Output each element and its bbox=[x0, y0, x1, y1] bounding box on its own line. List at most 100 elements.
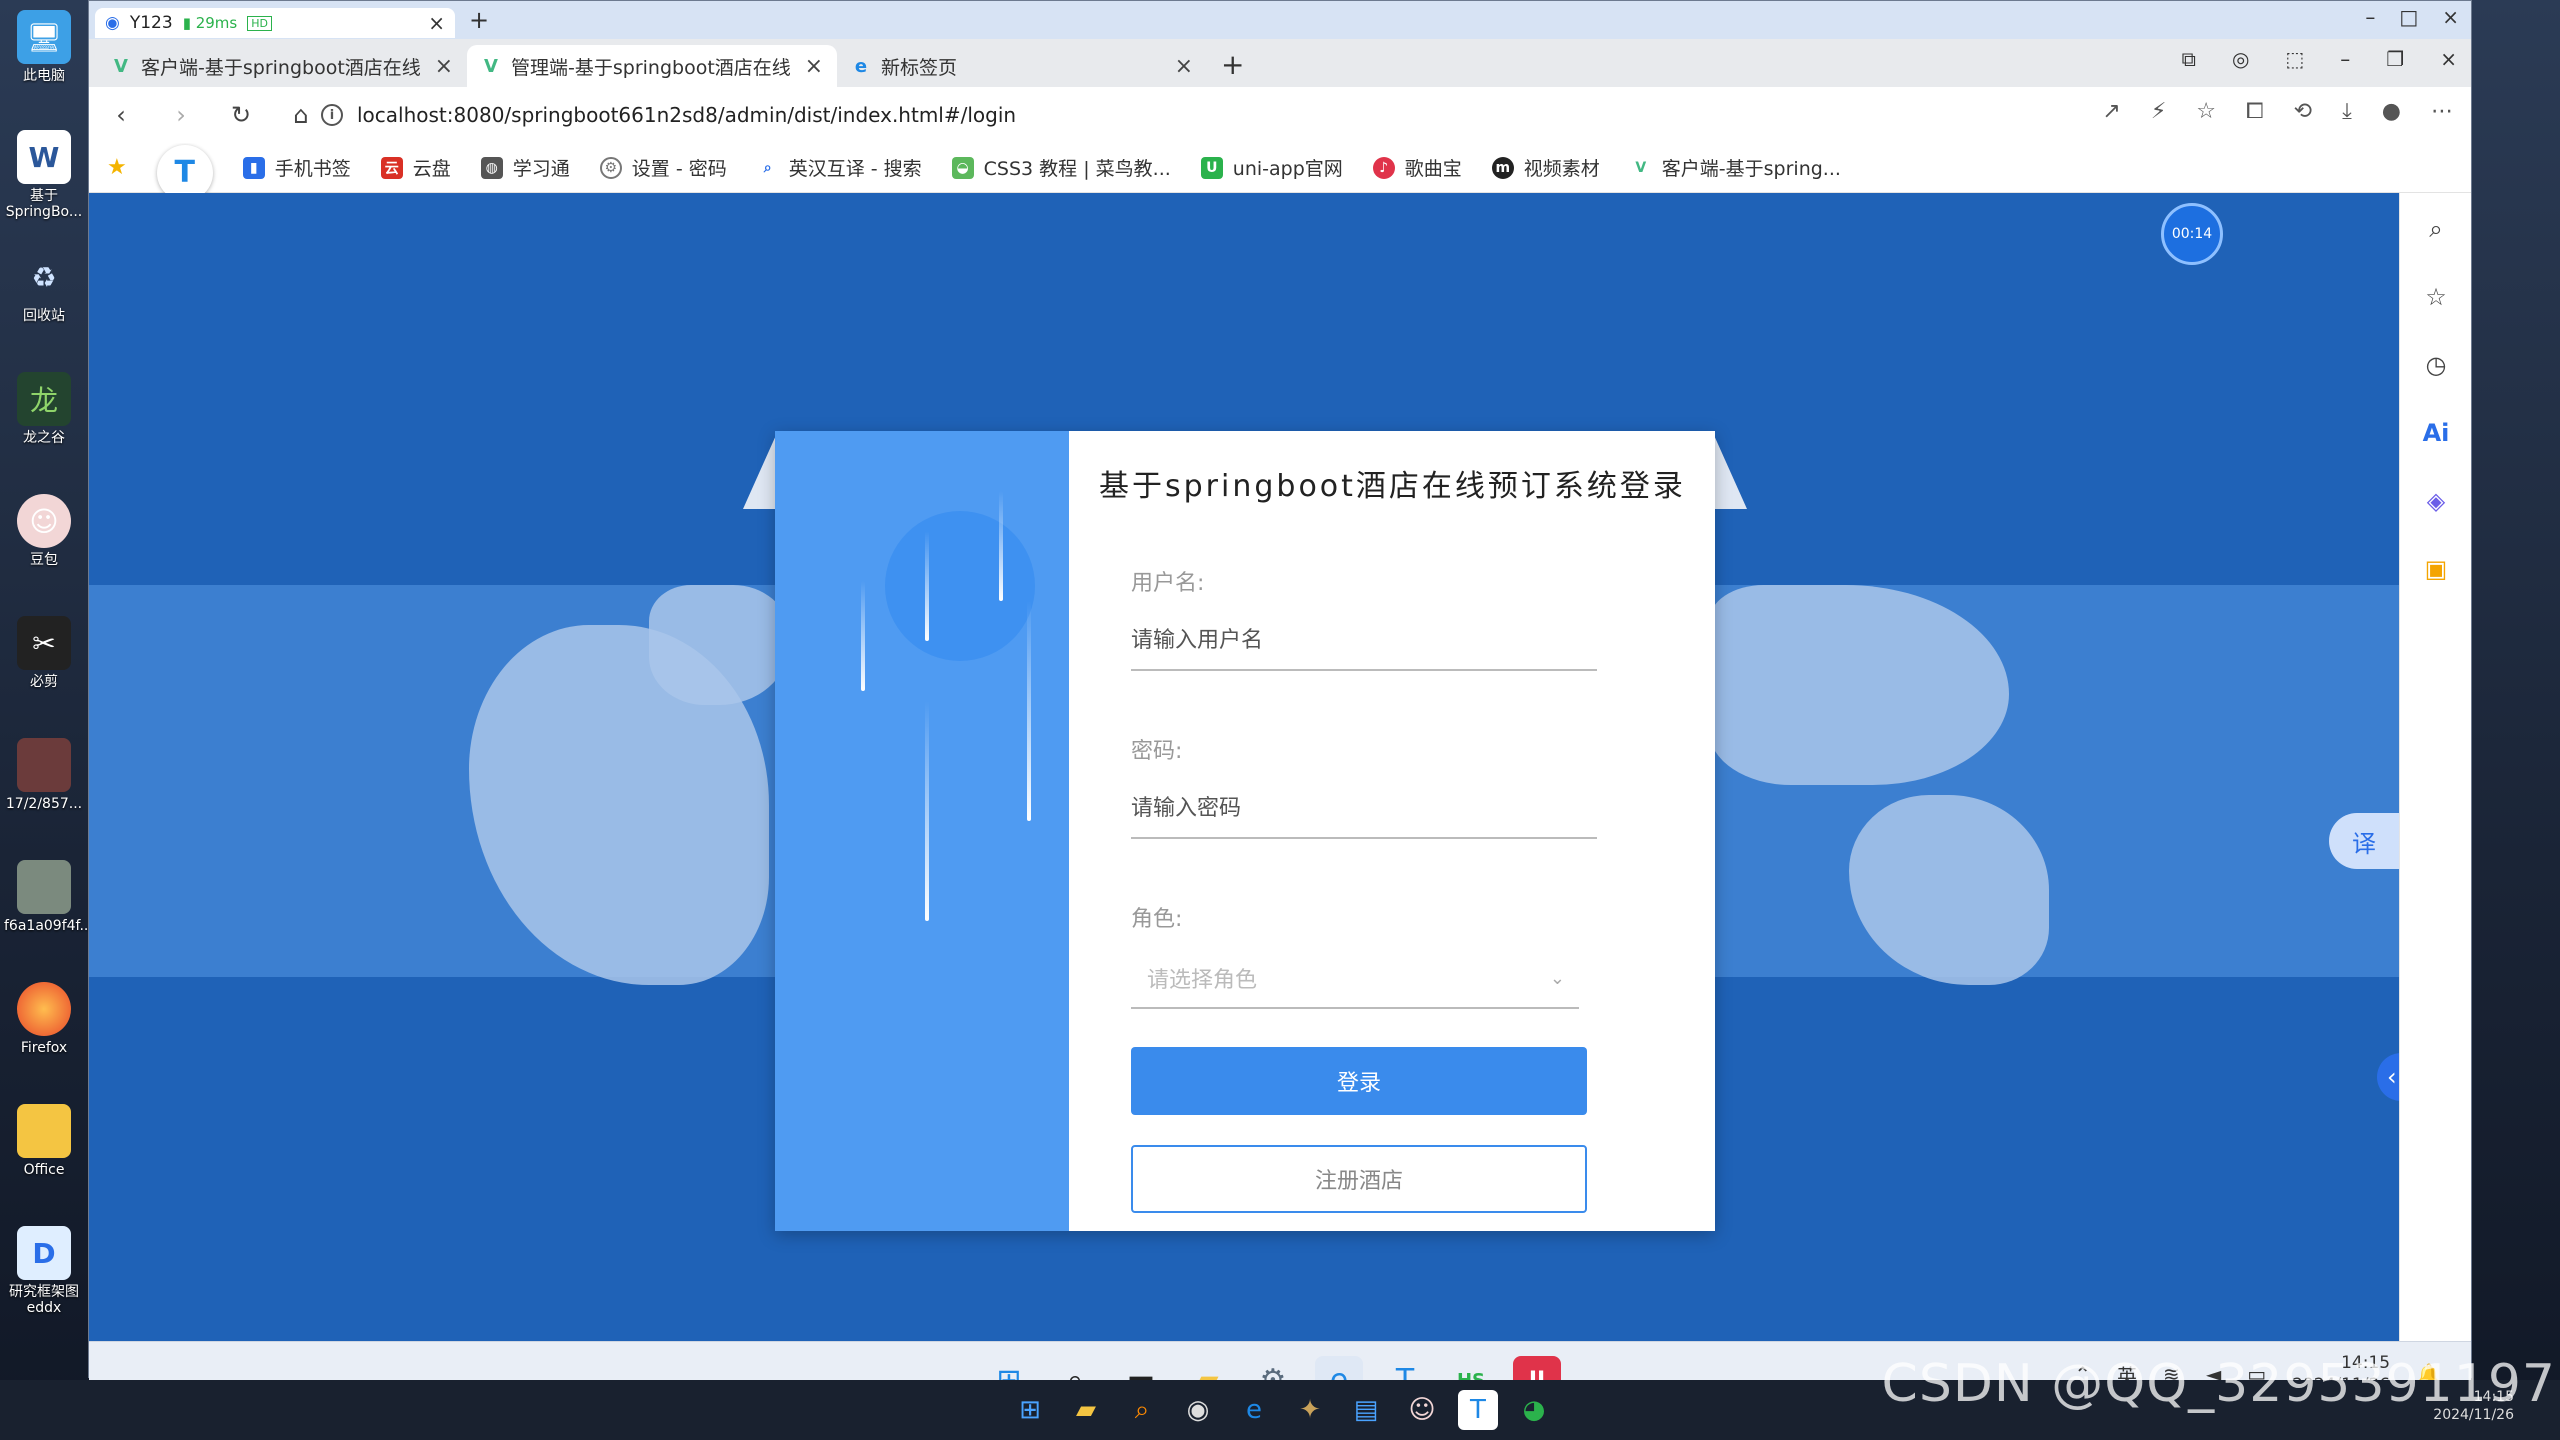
host-app-icon[interactable]: ◉ bbox=[1178, 1390, 1218, 1430]
download-icon[interactable]: ⤓ bbox=[2342, 99, 2352, 124]
bookmark-translate-search[interactable]: ⌕ 英汉互译 - 搜索 bbox=[756, 154, 922, 181]
close-icon[interactable]: × bbox=[2442, 5, 2459, 29]
recording-timer[interactable]: 00:14 bbox=[2161, 203, 2223, 265]
remote-session-tab[interactable]: ◉ Y123 ▮ 29ms HD × bbox=[95, 8, 455, 38]
decor-circle bbox=[885, 511, 1035, 661]
role-select[interactable]: 请选择角色 ⌄ bbox=[1131, 949, 1579, 1009]
decor-rain-line bbox=[925, 701, 929, 921]
close-icon[interactable]: × bbox=[2440, 47, 2457, 71]
forward-icon[interactable]: › bbox=[167, 101, 195, 129]
maximize-icon[interactable]: □ bbox=[2399, 5, 2418, 29]
gamepad-icon[interactable]: ◈ bbox=[2418, 483, 2454, 519]
bookmark-xuexitong[interactable]: ◍ 学习通 bbox=[480, 154, 570, 181]
europe-shape bbox=[649, 585, 789, 705]
host-start-icon[interactable]: ⊞ bbox=[1010, 1390, 1050, 1430]
host-edge-icon[interactable]: e bbox=[1234, 1390, 1274, 1430]
minimize-icon[interactable]: – bbox=[2365, 5, 2375, 29]
bookmark-settings-password[interactable]: ⚙ 设置 - 密码 bbox=[599, 154, 727, 181]
host-app-t-icon[interactable]: T bbox=[1458, 1390, 1498, 1430]
address-bar[interactable]: i localhost:8080/springboot661n2sd8/admi… bbox=[321, 94, 2221, 136]
photo-icon bbox=[17, 738, 71, 792]
new-tab-icon[interactable]: + bbox=[1221, 48, 1244, 81]
bookmark-folder-icon: ▮ bbox=[242, 156, 265, 179]
site-info-icon[interactable]: i bbox=[321, 104, 343, 126]
desktop-icon-edraw[interactable]: D 研究框架图 eddx bbox=[4, 1226, 84, 1316]
desktop-icon-photo-1[interactable]: 17/2/857... bbox=[4, 738, 84, 812]
host-explorer-icon[interactable]: ▰ bbox=[1066, 1390, 1106, 1430]
url-text[interactable]: localhost:8080/springboot661n2sd8/admin/… bbox=[357, 103, 1016, 127]
host-search-icon[interactable]: ⌕ bbox=[1122, 1390, 1162, 1430]
restore-icon[interactable]: ❐ bbox=[2386, 47, 2404, 71]
tab-new-tab[interactable]: e 新标签页 × bbox=[837, 45, 1207, 87]
bookmark-mobile[interactable]: ▮ 手机书签 bbox=[242, 154, 351, 181]
host-doubao-icon[interactable]: ☺ bbox=[1402, 1390, 1442, 1430]
username-input[interactable] bbox=[1131, 611, 1597, 671]
close-tab-icon[interactable]: × bbox=[805, 54, 823, 79]
host-notepad-icon[interactable]: ▤ bbox=[1346, 1390, 1386, 1430]
desktop-icon-game[interactable]: 龙 龙之谷 bbox=[4, 372, 84, 446]
back-icon[interactable]: ‹ bbox=[107, 101, 135, 129]
share-icon[interactable]: ↗ bbox=[2102, 99, 2120, 124]
close-session-icon[interactable]: × bbox=[428, 11, 445, 35]
login-title: 基于springboot酒店在线预订系统登录 bbox=[1099, 469, 1686, 504]
photo-icon bbox=[17, 860, 71, 914]
browser-window-controls: ⧉ ◎ ⬚ – ❐ × bbox=[2182, 47, 2457, 71]
decor-rain-line bbox=[999, 491, 1003, 601]
search-icon[interactable]: ⌕ bbox=[2418, 211, 2454, 247]
recycle-bin-icon: ♻ bbox=[31, 260, 57, 294]
history-clock-icon[interactable]: ◷ bbox=[2418, 347, 2454, 383]
extensions-icon[interactable]: ⬚ bbox=[2285, 47, 2304, 71]
desktop-icon-doubao[interactable]: ☺ 豆包 bbox=[4, 494, 84, 568]
profile-avatar-icon[interactable]: ● bbox=[2382, 99, 2401, 124]
incognito-icon[interactable]: ◎ bbox=[2232, 47, 2249, 71]
tab-title: 客户端-基于springboot酒店在线 bbox=[141, 56, 421, 79]
sidebar-expand-button[interactable]: ‹ bbox=[2377, 1053, 2399, 1101]
desktop-icon-office-folder[interactable]: Office bbox=[4, 1104, 84, 1178]
refresh-icon[interactable]: ↻ bbox=[227, 101, 255, 129]
tab-title: 管理端-基于springboot酒店在线 bbox=[511, 56, 791, 79]
translate-button[interactable]: 译 bbox=[2329, 813, 2399, 869]
minimize-icon[interactable]: – bbox=[2340, 47, 2350, 71]
bookmark-client[interactable]: V 客户端-基于spring... bbox=[1629, 154, 1841, 181]
role-label: 角色: bbox=[1131, 907, 1183, 932]
bookmark-css3-tutorial[interactable]: ◒ CSS3 教程 | 菜鸟教... bbox=[951, 154, 1171, 181]
tab-actions-icon[interactable]: ⧉ bbox=[2182, 47, 2196, 71]
home-icon[interactable]: ⌂ bbox=[287, 101, 315, 129]
more-menu-icon[interactable]: ⋯ bbox=[2431, 99, 2453, 124]
toolbox-icon[interactable]: ▣ bbox=[2418, 551, 2454, 587]
bookmark-video-assets[interactable]: m 视频素材 bbox=[1491, 154, 1600, 181]
lightning-icon[interactable]: ⚡ bbox=[2151, 99, 2166, 124]
desktop-icon-word-doc[interactable]: W 基于SpringBo... bbox=[4, 130, 84, 220]
bookmark-cloud[interactable]: 云云盘 bbox=[380, 154, 451, 181]
csdn-watermark: CSDN @QQ_3295391197 bbox=[1881, 1354, 2556, 1414]
chevron-down-icon: ⌄ bbox=[1549, 967, 1565, 989]
host-wechat-icon[interactable]: ◕ bbox=[1514, 1390, 1554, 1430]
new-session-icon[interactable]: + bbox=[469, 6, 489, 34]
session-name: Y123 bbox=[129, 13, 173, 33]
close-tab-icon[interactable]: × bbox=[435, 54, 453, 79]
desktop-icon-firefox[interactable]: Firefox bbox=[4, 982, 84, 1056]
login-button[interactable]: 登录 bbox=[1131, 1047, 1587, 1115]
tab-title: 新标签页 bbox=[881, 56, 958, 79]
password-input[interactable] bbox=[1131, 779, 1597, 839]
favorites-star-icon[interactable]: ★ bbox=[107, 155, 127, 180]
close-tab-icon[interactable]: × bbox=[1175, 54, 1193, 79]
desktop-icon-bijian[interactable]: ✂ 必剪 bbox=[4, 616, 84, 690]
edraw-icon: D bbox=[17, 1226, 71, 1280]
desktop-icon-this-pc[interactable]: 🖥 此电脑 bbox=[4, 10, 84, 84]
register-hotel-button[interactable]: 注册酒店 bbox=[1131, 1145, 1587, 1213]
desktop-icon-recycle-bin[interactable]: ♻ 回收站 bbox=[4, 250, 84, 325]
host-game-icon[interactable]: ✦ bbox=[1290, 1390, 1330, 1430]
favorites-icon[interactable]: ☆ bbox=[2418, 279, 2454, 315]
tab-admin[interactable]: V 管理端-基于springboot酒店在线 × bbox=[467, 45, 837, 87]
remote-desktop-window: ◉ Y123 ▮ 29ms HD × + – □ × V 客户端-基于sprin… bbox=[88, 0, 2472, 1417]
bookmark-gequbao[interactable]: ♪ 歌曲宝 bbox=[1372, 154, 1462, 181]
bookmark-uniapp[interactable]: Uuni-app官网 bbox=[1200, 154, 1343, 181]
history-icon[interactable]: ⟲ bbox=[2294, 99, 2312, 124]
desktop-icon-photo-2[interactable]: f6a1a09f4f... bbox=[4, 860, 93, 934]
ai-icon[interactable]: Ai bbox=[2418, 415, 2454, 451]
extensions-icon[interactable]: ⧠ bbox=[2246, 99, 2264, 124]
tab-client[interactable]: V 客户端-基于springboot酒店在线 × bbox=[97, 45, 467, 87]
favorite-star-icon[interactable]: ☆ bbox=[2196, 99, 2216, 124]
login-page: 00:14 译 基于springboot酒店在线预订系统登录 用户名: 请输入用… bbox=[89, 193, 2399, 1379]
